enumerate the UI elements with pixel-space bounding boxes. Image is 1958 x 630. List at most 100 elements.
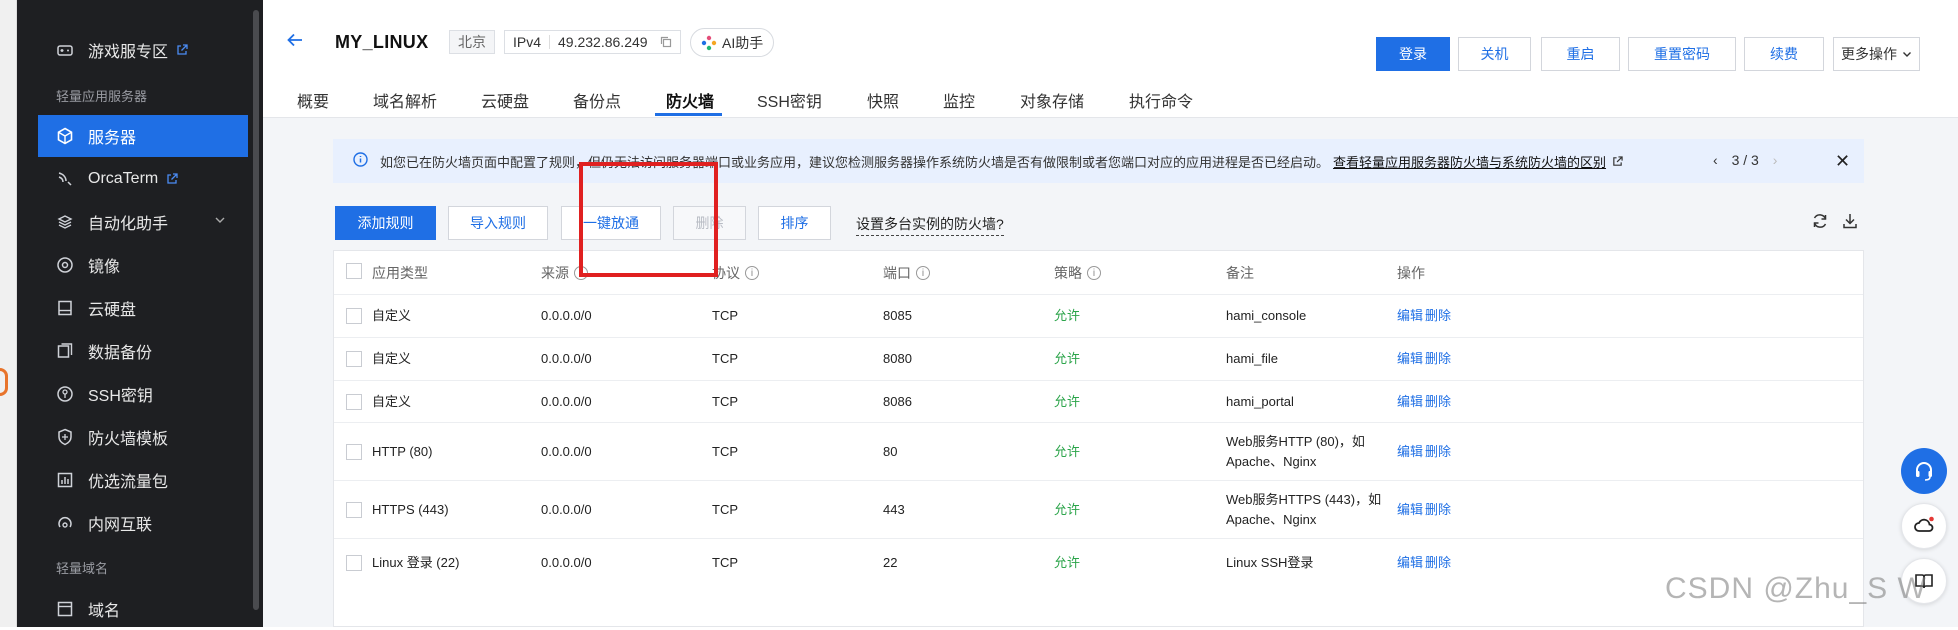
region-badge: 北京	[449, 30, 495, 54]
sparkle-icon	[701, 35, 717, 51]
sidebar-item-label: 优选流量包	[88, 474, 169, 491]
link-icon	[56, 514, 74, 532]
shutdown-button[interactable]: 关机	[1458, 37, 1531, 71]
sidebar-item-game-server[interactable]: 游戏服专区	[38, 29, 248, 71]
delete-link[interactable]: 删除	[1425, 392, 1451, 412]
tab-cloud-disk[interactable]: 云硬盘	[481, 88, 529, 112]
port-cell: 443	[883, 502, 905, 517]
disk-icon	[56, 299, 74, 317]
edit-link[interactable]: 编辑	[1397, 306, 1423, 326]
download-icon[interactable]	[1841, 212, 1859, 235]
refresh-icon[interactable]	[1811, 212, 1829, 235]
external-link-icon	[166, 173, 178, 185]
note-cell-line1: Web服务HTTPS (443)，如	[1226, 492, 1382, 507]
customer-service-button[interactable]	[1901, 448, 1947, 494]
back-arrow-icon[interactable]	[285, 30, 305, 56]
delete-link[interactable]: 删除	[1425, 500, 1451, 520]
sidebar-item-label: 内网互联	[88, 517, 153, 534]
sort-button[interactable]: 排序	[758, 206, 831, 240]
sidebar-item-automation[interactable]: 自动化助手	[38, 201, 248, 243]
note-cell-line1: Web服务HTTP (80)，如	[1226, 434, 1365, 449]
close-icon[interactable]: ✕	[1835, 151, 1850, 172]
notice-link[interactable]: 查看轻量应用服务器防火墙与系统防火墙的区别	[1333, 152, 1606, 171]
tab-firewall[interactable]: 防火墙	[666, 88, 714, 112]
row-checkbox[interactable]	[346, 351, 362, 367]
feedback-button[interactable]	[1901, 503, 1947, 549]
sidebar-scrollbar[interactable]	[253, 10, 259, 610]
main-content: MY_LINUX 北京 IPv4 49.232.86.249 AI助手 登录 关…	[263, 0, 1958, 627]
instance-header: MY_LINUX 北京 IPv4 49.232.86.249 AI助手 登录 关…	[263, 0, 1958, 118]
delete-link[interactable]: 删除	[1425, 442, 1451, 462]
sidebar-item-label: 域名	[88, 603, 121, 620]
info-icon[interactable]: i	[1087, 266, 1101, 280]
tab-monitor[interactable]: 监控	[943, 88, 975, 112]
sidebar-item-firewall-template[interactable]: 防火墙模板	[38, 416, 248, 458]
port-cell: 8080	[883, 351, 912, 366]
table-row: 自定义 0.0.0.0/0 TCP 8085 允许 hami_console 编…	[334, 294, 1863, 337]
tab-backup[interactable]: 备份点	[573, 88, 621, 112]
gamepad-icon	[56, 41, 74, 59]
sidebar-item-intranet[interactable]: 内网互联	[38, 502, 248, 544]
row-checkbox[interactable]	[346, 502, 362, 518]
app-type-cell: 自定义	[372, 394, 412, 409]
renew-button[interactable]: 续费	[1744, 37, 1824, 71]
sidebar-item-traffic-package[interactable]: 优选流量包	[38, 459, 248, 501]
edit-link[interactable]: 编辑	[1397, 349, 1423, 369]
row-checkbox[interactable]	[346, 444, 362, 460]
delete-link[interactable]: 删除	[1425, 553, 1451, 573]
instance-title: MY_LINUX	[335, 32, 429, 52]
row-checkbox[interactable]	[346, 308, 362, 324]
note-cell: hami_file	[1226, 351, 1279, 366]
row-checkbox[interactable]	[346, 394, 362, 410]
external-link-icon[interactable]	[1612, 155, 1623, 167]
edit-link[interactable]: 编辑	[1397, 442, 1423, 462]
edit-link[interactable]: 编辑	[1397, 553, 1423, 573]
info-icon	[353, 152, 368, 170]
sidebar-item-orcaterm[interactable]: OrcaTerm	[38, 158, 248, 200]
sidebar-item-label: 镜像	[88, 259, 121, 276]
tab-overview[interactable]: 概要	[297, 88, 329, 112]
ai-assistant-button[interactable]: AI助手	[690, 28, 775, 57]
sidebar-item-data-backup[interactable]: 数据备份	[38, 330, 248, 372]
sidebar-item-ssh-key[interactable]: SSH密钥	[38, 373, 248, 415]
login-button[interactable]: 登录	[1376, 37, 1450, 71]
select-all-checkbox[interactable]	[346, 263, 362, 279]
import-rules-button[interactable]: 导入规则	[448, 206, 548, 240]
port-cell: 22	[883, 555, 898, 570]
add-rule-button[interactable]: 添加规则	[335, 206, 436, 240]
more-actions-button[interactable]: 更多操作	[1833, 37, 1920, 71]
next-icon[interactable]: ›	[1773, 152, 1778, 168]
protocol-cell: TCP	[712, 394, 738, 409]
delete-link[interactable]: 删除	[1425, 349, 1451, 369]
robot-icon	[56, 213, 74, 231]
active-tab-indicator	[655, 113, 722, 116]
ai-assistant-label: AI助手	[722, 34, 764, 51]
sidebar-item-label: 防火墙模板	[88, 431, 169, 448]
multi-instance-help-link[interactable]: 设置多台实例的防火墙?	[856, 214, 1004, 236]
info-icon[interactable]: i	[916, 266, 930, 280]
sidebar-group-lighthouse: 轻量应用服务器	[56, 89, 148, 104]
note-cell-line2: Apache、Nginx	[1226, 512, 1317, 527]
sidebar-item-domain[interactable]: 域名	[38, 588, 248, 630]
edit-link[interactable]: 编辑	[1397, 500, 1423, 520]
protocol-cell: TCP	[712, 502, 738, 517]
tab-dns[interactable]: 域名解析	[373, 88, 437, 112]
column-header-port: 端口 i	[883, 263, 930, 283]
tab-ssh-key[interactable]: SSH密钥	[757, 88, 822, 112]
sidebar-item-image[interactable]: 镜像	[38, 244, 248, 286]
edit-link[interactable]: 编辑	[1397, 392, 1423, 412]
sidebar-item-server[interactable]: 服务器	[38, 115, 248, 157]
column-header-app-type: 应用类型	[372, 265, 428, 281]
prev-icon[interactable]: ‹	[1713, 152, 1718, 168]
restart-button[interactable]: 重启	[1541, 37, 1620, 71]
info-icon[interactable]: i	[745, 266, 759, 280]
copy-icon[interactable]	[660, 36, 672, 48]
reset-password-button[interactable]: 重置密码	[1628, 37, 1736, 71]
tab-snapshot[interactable]: 快照	[867, 88, 899, 112]
tab-run-command[interactable]: 执行命令	[1129, 88, 1193, 112]
row-checkbox[interactable]	[346, 555, 362, 571]
tab-object-storage[interactable]: 对象存储	[1020, 88, 1084, 112]
delete-link[interactable]: 删除	[1425, 306, 1451, 326]
chevron-down-icon[interactable]	[214, 213, 226, 231]
sidebar-item-cloud-disk[interactable]: 云硬盘	[38, 287, 248, 329]
